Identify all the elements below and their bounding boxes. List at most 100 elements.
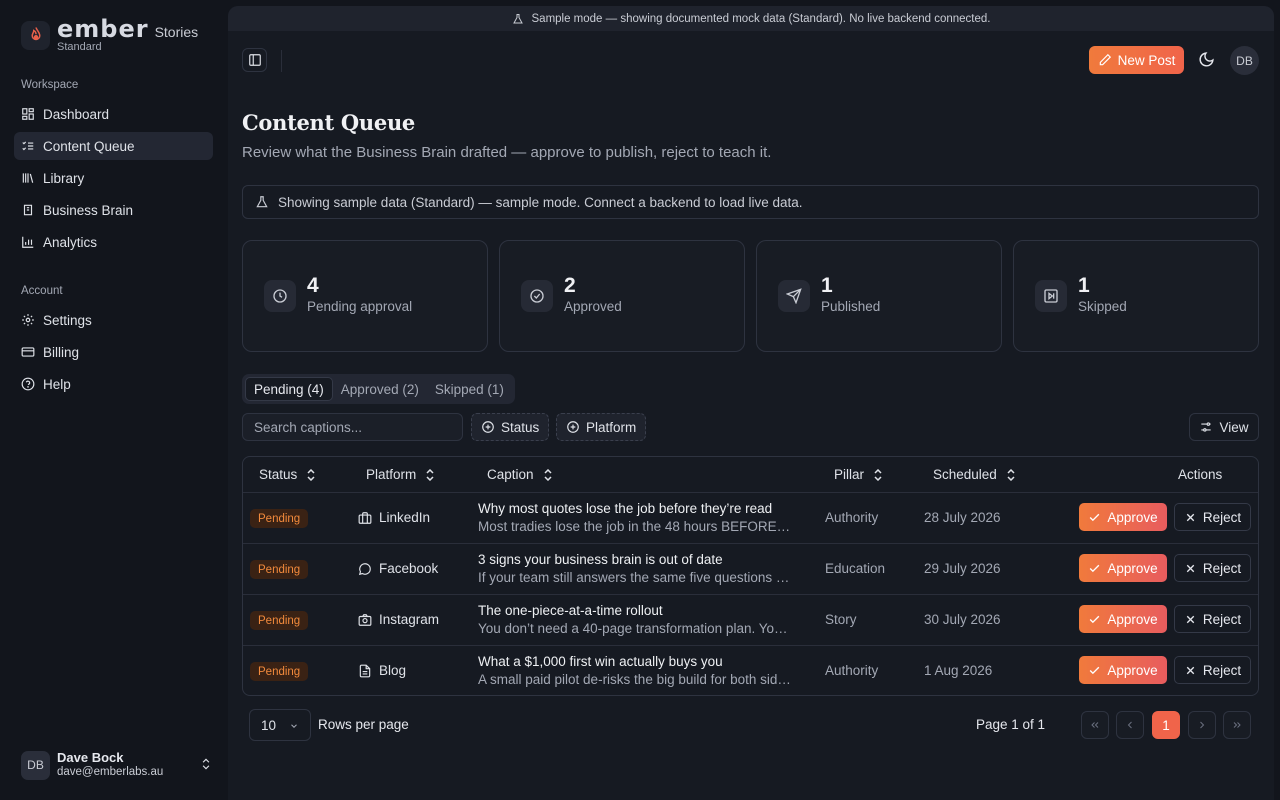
rows-per-page-select[interactable]: 10 (249, 709, 311, 741)
table-row[interactable]: Pending LinkedIn Why most quotes lose th… (243, 493, 1258, 544)
close-icon (1186, 615, 1195, 623)
header-label: Platform (366, 467, 417, 482)
message-circle-icon (358, 562, 371, 575)
platform-name: Instagram (379, 612, 440, 627)
approve-button[interactable]: Approve (1079, 554, 1167, 582)
page-title: Content Queue (242, 110, 415, 135)
sidebar-item-settings[interactable]: Settings (14, 306, 213, 334)
sidebar-item-help[interactable]: Help (14, 370, 213, 398)
stat-value: 1 (821, 274, 833, 297)
brand[interactable]: ember Stories Standard (21, 17, 198, 53)
user-email: dave@emberlabs.au (57, 765, 164, 778)
platform-filter-label: Platform (586, 419, 637, 435)
sidebar-item-library[interactable]: Library (14, 164, 213, 192)
stat-label: Skipped (1078, 299, 1127, 314)
approve-button[interactable]: Approve (1079, 656, 1167, 684)
moon-icon (1199, 52, 1214, 67)
tab-skipped[interactable]: Skipped (1) (427, 377, 512, 401)
sort-icon (1007, 468, 1015, 481)
column-header-status[interactable]: Status (259, 467, 316, 482)
page-button-current[interactable]: 1 (1152, 711, 1180, 739)
brand-name: ember (57, 15, 149, 43)
sample-data-notice: Showing sample data (Standard) — sample … (242, 185, 1259, 219)
column-header-actions: Actions (1178, 467, 1222, 482)
sidebar-item-label: Content Queue (43, 138, 135, 154)
sidebar-item-label: Billing (43, 344, 80, 360)
scheduled-cell: 28 July 2026 (924, 510, 1001, 525)
workspace-label: Workspace (21, 79, 79, 91)
reject-button[interactable]: Reject (1174, 605, 1251, 633)
tab-approved[interactable]: Approved (2) (333, 377, 427, 401)
column-header-platform[interactable]: Platform (366, 467, 435, 482)
column-header-scheduled[interactable]: Scheduled (933, 467, 1016, 482)
flask-icon (256, 196, 268, 208)
table-row[interactable]: Pending Instagram The one-piece-at-a-tim… (243, 595, 1258, 646)
divider (281, 50, 282, 72)
status-badge: Pending (250, 509, 309, 528)
user-menu[interactable]: DB Dave Bock dave@emberlabs.au (21, 749, 213, 781)
brand-plan: Standard (57, 41, 102, 53)
approve-label: Approve (1107, 509, 1158, 525)
briefcase-icon (358, 511, 372, 524)
view-options-button[interactable]: View (1189, 413, 1259, 441)
plus-circle-icon (567, 421, 579, 433)
avatar: DB (21, 750, 50, 780)
new-post-button[interactable]: New Post (1089, 46, 1184, 74)
dashboard-icon (22, 108, 34, 120)
check-icon (1090, 666, 1100, 674)
sidebar-item-dashboard[interactable]: Dashboard (14, 100, 213, 128)
caption-title: The one-piece-at-a-time rollout (478, 603, 663, 618)
chevrons-right-icon (1233, 722, 1241, 728)
help-circle-icon (21, 377, 35, 391)
sidebar-item-content-queue[interactable]: Content Queue (14, 132, 213, 160)
column-header-caption[interactable]: Caption (487, 467, 553, 482)
rows-per-page-value: 10 (261, 717, 277, 733)
next-page-button[interactable] (1188, 711, 1216, 739)
brand-suffix: Stories (154, 24, 199, 40)
avatar[interactable]: DB (1230, 46, 1259, 75)
theme-toggle-button[interactable] (1198, 51, 1215, 71)
table-row[interactable]: Pending Facebook 3 signs your business b… (243, 544, 1258, 595)
caption-body: Most tradies lose the job in the 48 hour… (478, 519, 793, 534)
last-page-button[interactable] (1223, 711, 1251, 739)
platform-filter-button[interactable]: Platform (556, 413, 647, 441)
status-badge: Pending (250, 611, 309, 630)
sidebar-toggle-button[interactable] (242, 48, 267, 72)
page-indicator: Page 1 of 1 (976, 717, 1046, 732)
stat-card-pending: 4 Pending approval (242, 240, 488, 352)
header-label: Scheduled (933, 467, 997, 482)
caption-body: A small paid pilot de-risks the big buil… (478, 672, 793, 687)
previous-page-button[interactable] (1116, 711, 1144, 739)
send-icon (778, 280, 810, 312)
sort-icon (544, 468, 552, 481)
caption-title: 3 signs your business brain is out of da… (478, 552, 723, 567)
sample-mode-banner: Sample mode — showing documented mock da… (228, 6, 1274, 31)
search-input[interactable] (242, 413, 463, 441)
caption-title: Why most quotes lose the job before they… (478, 501, 773, 516)
stat-value: 2 (564, 274, 576, 297)
sidebar-item-business-brain[interactable]: Business Brain (14, 196, 213, 224)
column-header-pillar[interactable]: Pillar (834, 467, 883, 482)
reject-button[interactable]: Reject (1174, 503, 1251, 531)
pillar-cell: Authority (825, 663, 879, 678)
reject-button[interactable]: Reject (1174, 656, 1251, 684)
status-filter-button[interactable]: Status (471, 413, 550, 441)
tab-pending[interactable]: Pending (4) (245, 377, 333, 401)
table-header: Status Platform Caption Pillar Scheduled… (243, 457, 1258, 493)
pillar-cell: Story (825, 612, 857, 627)
sidebar-item-analytics[interactable]: Analytics (14, 228, 213, 256)
header-label: Caption (487, 467, 534, 482)
sliders-icon (1201, 422, 1212, 432)
stat-card-approved: 2 Approved (499, 240, 745, 352)
stat-label: Approved (564, 299, 622, 314)
reject-button[interactable]: Reject (1174, 554, 1251, 582)
approve-button[interactable]: Approve (1079, 605, 1167, 633)
content-table: Status Platform Caption Pillar Scheduled… (242, 456, 1259, 696)
platform-cell: Instagram (358, 612, 439, 627)
sidebar-item-label: Dashboard (43, 106, 110, 122)
table-row[interactable]: Pending Blog What a $1,000 first win act… (243, 646, 1258, 695)
first-page-button[interactable] (1081, 711, 1109, 739)
sidebar-item-billing[interactable]: Billing (14, 338, 213, 366)
approve-button[interactable]: Approve (1079, 503, 1167, 531)
file-text-icon (359, 664, 371, 677)
